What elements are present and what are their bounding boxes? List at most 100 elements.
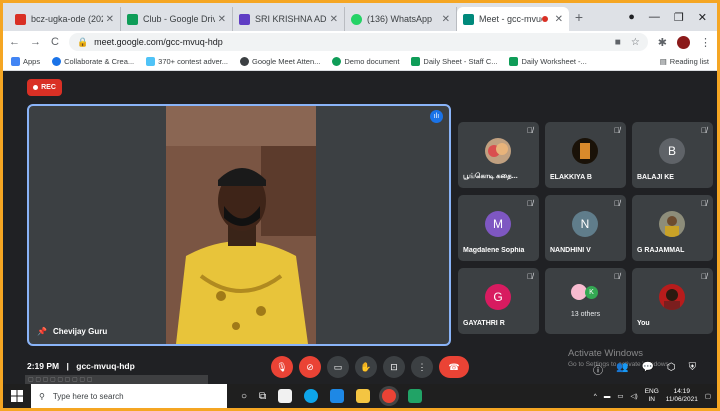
tab-drive[interactable]: Club - Google Drive ✕ [121, 7, 233, 31]
address-bar[interactable]: 🔒 meet.google.com/gcc-mvuq-hdp ■ ☆ [68, 33, 648, 51]
tab-college[interactable]: SRI KRISHNA ADITHYA COLL ✕ [233, 7, 345, 31]
bookmark-favicon-icon [240, 57, 249, 66]
bookmark-favicon-icon [52, 57, 62, 66]
back-icon[interactable]: ← [9, 36, 20, 48]
cortana-icon[interactable]: ○ [241, 391, 247, 402]
mail-icon[interactable] [330, 389, 345, 403]
close-icon[interactable]: ✕ [555, 14, 563, 25]
language-indicator[interactable]: ENG IN [645, 388, 659, 404]
avatar-photo-image [580, 143, 590, 159]
excel-icon[interactable] [408, 389, 423, 403]
windows-logo-icon [11, 390, 23, 402]
avatar-initial: G [493, 290, 503, 304]
activities-icon[interactable]: ⬡ [667, 362, 676, 377]
bookmark-label: Daily Worksheet -... [521, 57, 587, 66]
participant-name: G RAJAMMAL [637, 247, 685, 254]
info-icon[interactable]: ⓘ [593, 362, 603, 377]
chat-icon[interactable]: 💬 [641, 362, 653, 377]
taskbar-search-box[interactable]: ⚲ Type here to search [31, 384, 227, 408]
present-screen-icon: ⊡ [390, 361, 398, 372]
bookmark-daily-sheet[interactable]: Daily Sheet - Staff C... [411, 57, 497, 66]
bookmark-favicon-icon [332, 57, 342, 66]
participant-tile[interactable]: 🎙̸ M Magdalene Sophia [458, 195, 539, 261]
forward-icon[interactable]: → [30, 36, 41, 48]
menu-icon[interactable]: ⋮ [700, 36, 711, 49]
raise-hand-button[interactable]: ✋ [355, 356, 377, 378]
leave-call-button[interactable]: ☎ [439, 356, 469, 378]
mic-off-icon: 🎙̸ [701, 126, 707, 135]
maximize-icon[interactable]: ❐ [674, 11, 684, 24]
participant-tile[interactable]: 🎙̸ G RAJAMMAL [632, 195, 713, 261]
people-icon[interactable]: 👥 [616, 362, 628, 377]
taskbar-clock[interactable]: 14:19 11/06/2021 [666, 388, 698, 404]
bookmark-demo-document[interactable]: Demo document [332, 57, 399, 66]
battery-icon[interactable]: ▭ [617, 392, 623, 400]
microphone-toggle-button[interactable]: 🎙 [271, 356, 293, 378]
bookmark-meet-attendance[interactable]: Google Meet Atten... [240, 57, 320, 66]
others-tile[interactable]: 🎙̸ K 13 others [545, 268, 626, 334]
camera-toggle-button[interactable]: ⊘ [299, 356, 321, 378]
reload-icon[interactable]: C [51, 36, 59, 48]
mic-off-icon: 🎙̸ [527, 199, 533, 208]
self-tile[interactable]: 🎙̸ You [632, 268, 713, 334]
tab-title: SRI KRISHNA ADITHYA COLL [255, 14, 327, 24]
star-icon[interactable]: ☆ [631, 37, 640, 48]
close-icon[interactable]: ✕ [442, 14, 450, 25]
present-button[interactable]: ⊡ [383, 356, 405, 378]
volume-icon[interactable]: ◁) [631, 392, 638, 400]
participant-tile[interactable]: 🎙̸ பூங்கொடி கதை... [458, 122, 539, 188]
host-controls-icon[interactable]: ⛨ [689, 362, 697, 377]
edge-icon[interactable] [304, 389, 319, 403]
pin-icon[interactable]: 📌 [37, 327, 47, 336]
close-icon[interactable]: ✕ [218, 14, 226, 25]
bookmark-daily-worksheet[interactable]: Daily Worksheet -... [509, 57, 587, 66]
tab-meet[interactable]: Meet - gcc-mvuq-hdp ✕ [457, 7, 569, 31]
participant-tile[interactable]: 🎙̸ G GAYATHRI R [458, 268, 539, 334]
whatsapp-icon [351, 13, 362, 25]
show-hidden-icons-icon[interactable]: ^ [594, 393, 597, 400]
recording-badge: REC [27, 79, 62, 96]
tab-search-icon[interactable]: ● [628, 11, 635, 23]
tab-whatsapp[interactable]: (136) WhatsApp ✕ [345, 7, 457, 31]
close-icon[interactable]: ✕ [330, 14, 338, 25]
bookmark-collaborate[interactable]: Collaborate & Crea... [52, 57, 134, 66]
tab-title: (136) WhatsApp [367, 14, 433, 24]
avatar-photo-image [664, 289, 680, 310]
camera-icon[interactable]: ■ [615, 37, 621, 48]
participant-avatar [572, 138, 598, 164]
participant-name: ELAKKIYA B [550, 174, 592, 181]
close-window-icon[interactable]: ✕ [698, 11, 707, 24]
file-explorer-icon[interactable] [356, 389, 371, 403]
chrome-icon[interactable] [382, 389, 397, 403]
tab-recording[interactable]: bcz-ugka-ode (2021-06-10 a ✕ [9, 7, 121, 31]
bookmark-apps[interactable]: Apps [11, 57, 40, 66]
profile-avatar[interactable] [677, 35, 690, 49]
more-options-button[interactable]: ⋮ [411, 356, 433, 378]
start-button[interactable] [3, 384, 31, 408]
bookmark-favicon-icon [146, 57, 156, 66]
tab-strip: bcz-ugka-ode (2021-06-10 a ✕ Club - Goog… [3, 3, 717, 31]
minimize-icon[interactable]: — [649, 11, 660, 23]
reading-list[interactable]: ▤ Reading list [660, 57, 709, 66]
captions-button[interactable]: ▭ [327, 356, 349, 378]
new-tab-button[interactable]: + [569, 9, 589, 25]
task-view-icon[interactable]: ⧉ [259, 391, 266, 402]
meeting-code: gcc-mvuq-hdp [76, 361, 135, 371]
participant-tile[interactable]: 🎙̸ N NANDHINI V [545, 195, 626, 261]
tab-title: Meet - gcc-mvuq-hdp [479, 14, 542, 24]
participant-tile[interactable]: 🎙̸ B BALAJI KE [632, 122, 713, 188]
region-code: IN [648, 396, 655, 403]
presenter-tile[interactable]: ılı 📌 Chevijay Guru [27, 104, 451, 346]
network-icon[interactable]: ▬ [604, 393, 611, 400]
store-icon[interactable] [278, 389, 293, 403]
notification-icon[interactable]: ▢ [705, 392, 711, 400]
others-avatar-2: K [585, 286, 598, 299]
tab-title: bcz-ugka-ode (2021-06-10 a [31, 14, 103, 24]
meet-icon [463, 13, 474, 25]
participant-tile[interactable]: 🎙̸ ELAKKIYA B [545, 122, 626, 188]
bookmark-label: Daily Sheet - Staff C... [423, 57, 498, 66]
extensions-icon[interactable]: ✱ [658, 36, 667, 49]
close-icon[interactable]: ✕ [106, 14, 114, 25]
bookmark-contest[interactable]: 370+ contest adver... [146, 57, 228, 66]
sheets-icon [509, 57, 519, 66]
